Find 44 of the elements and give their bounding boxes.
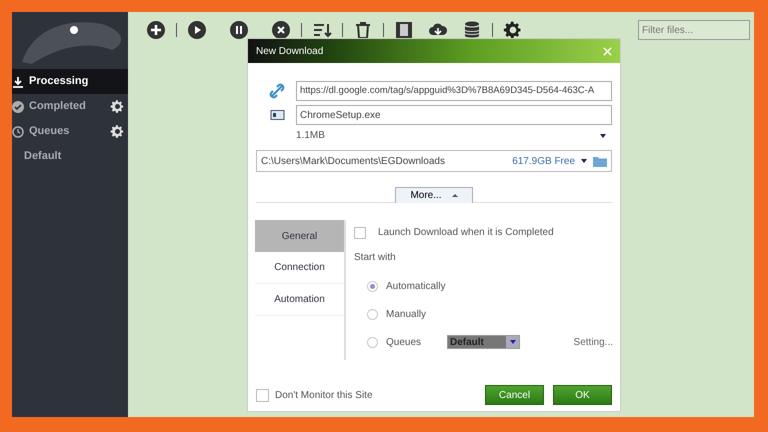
- radio-label: Automatically: [386, 280, 446, 294]
- trash-icon[interactable]: [353, 20, 373, 40]
- caret-icon[interactable]: [581, 159, 587, 163]
- file-size: 1.1MB: [296, 129, 326, 143]
- dialog-button[interactable]: Cancel: [485, 385, 544, 405]
- start-with-label: Start with: [354, 251, 397, 265]
- queue-dropdown[interactable]: Default: [447, 335, 520, 349]
- add-icon[interactable]: [146, 20, 166, 40]
- dialog-title: New Download: [256, 44, 324, 58]
- sidebar-item[interactable]: Completed: [12, 94, 128, 119]
- settings-tab[interactable]: General: [255, 220, 344, 252]
- filter-field[interactable]: Filter files...: [638, 20, 750, 40]
- free-space: 617.9GB Free: [512, 154, 575, 168]
- folder-icon[interactable]: [593, 156, 607, 166]
- radio-label: Queues: [386, 336, 422, 350]
- database-icon[interactable]: [462, 20, 482, 40]
- download-icon: [12, 76, 24, 88]
- folder-field[interactable]: C:\Users\Mark\Documents\EGDownloads 617.9GB Free: [256, 150, 612, 172]
- radio-label: Manually: [386, 308, 428, 322]
- sidebar-item[interactable]: Processing: [12, 69, 128, 94]
- caret-icon: [452, 194, 458, 197]
- clock-icon: [12, 126, 24, 138]
- settings-icon[interactable]: [503, 20, 523, 40]
- more-button[interactable]: More...: [395, 187, 473, 203]
- radio-button[interactable]: [367, 280, 378, 292]
- dont-monitor-label: Don't Monitor this Site: [275, 388, 374, 402]
- dialog-button[interactable]: OK: [553, 385, 612, 405]
- sidebar-item[interactable]: Queues: [12, 119, 128, 144]
- pause-icon[interactable]: [229, 20, 249, 40]
- launch-checkbox[interactable]: [354, 226, 366, 238]
- settings-icon[interactable]: [110, 99, 125, 114]
- filename-field[interactable]: ChromeSetup.exe: [296, 105, 612, 125]
- settings-icon[interactable]: [110, 124, 125, 139]
- play-icon[interactable]: [187, 20, 207, 40]
- radio-button[interactable]: [367, 336, 378, 348]
- folder-path: C:\Users\Mark\Documents\EGDownloads: [261, 154, 446, 168]
- caret-icon[interactable]: [600, 134, 606, 138]
- launch-label: Launch Download when it is Completed: [378, 226, 554, 240]
- close-icon[interactable]: [271, 20, 291, 40]
- setting-link[interactable]: Setting...: [574, 334, 613, 350]
- url-field[interactable]: https://dl.google.com/tag/s/appguid%3D%7B8A69D345-D564-463C-A: [296, 81, 612, 101]
- sidebar-item[interactable]: Default: [12, 144, 128, 169]
- dont-monitor-checkbox[interactable]: [256, 388, 269, 402]
- radio-button[interactable]: [367, 308, 378, 320]
